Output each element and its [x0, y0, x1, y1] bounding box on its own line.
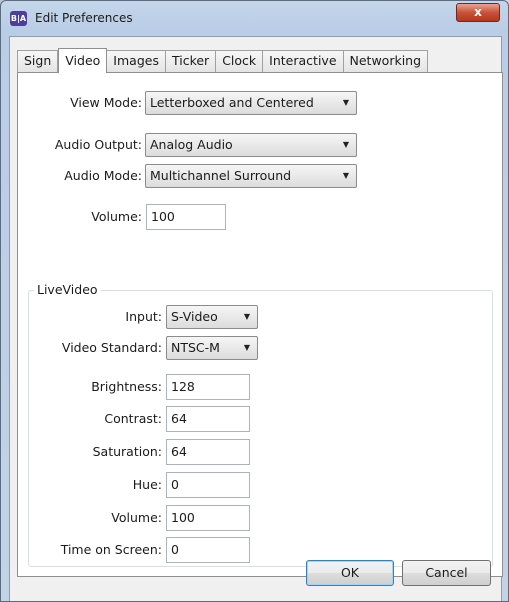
- brightness-input[interactable]: 128: [166, 374, 250, 400]
- chevron-down-icon: ▼: [243, 312, 250, 321]
- close-button[interactable]: x: [456, 3, 500, 22]
- tab-strip: Sign Video Images Ticker Clock Interacti…: [17, 48, 429, 73]
- video-tab-panel: View Mode: Letterboxed and Centered ▼ Au…: [17, 72, 503, 577]
- dialog-body: Sign Video Images Ticker Clock Interacti…: [9, 36, 503, 601]
- audio-mode-select[interactable]: Multichannel Surround ▼: [145, 164, 357, 188]
- chevron-down-icon: ▼: [342, 140, 349, 149]
- window-title: Edit Preferences: [35, 11, 133, 25]
- chevron-down-icon: ▼: [342, 98, 349, 107]
- live-video-group: LiveVideo Input: S-Video ▼ Video Standar…: [28, 282, 493, 567]
- title-bar[interactable]: B|A Edit Preferences x: [1, 1, 508, 37]
- edit-preferences-dialog: B|A Edit Preferences x Sign Video Images…: [0, 0, 509, 602]
- video-standard-label: Video Standard:: [61, 340, 162, 355]
- audio-output-label: Audio Output:: [54, 137, 142, 152]
- brightness-label: Brightness:: [91, 379, 162, 394]
- tab-interactive[interactable]: Interactive: [263, 50, 344, 72]
- input-label: Input:: [125, 309, 162, 324]
- tab-ticker[interactable]: Ticker: [165, 50, 217, 72]
- live-video-group-label: LiveVideo: [34, 282, 101, 297]
- app-logo-icon: B|A: [10, 11, 27, 26]
- saturation-label: Saturation:: [92, 444, 162, 459]
- contrast-input[interactable]: 64: [166, 406, 250, 432]
- view-mode-value: Letterboxed and Centered: [150, 95, 314, 110]
- volume-input[interactable]: 100: [146, 204, 226, 230]
- input-value: S-Video: [171, 309, 218, 324]
- hue-input[interactable]: 0: [166, 472, 250, 498]
- chevron-down-icon: ▼: [243, 343, 250, 352]
- contrast-label: Contrast:: [104, 411, 162, 426]
- volume-label: Volume:: [91, 209, 142, 224]
- tab-networking[interactable]: Networking: [343, 50, 429, 72]
- tab-clock[interactable]: Clock: [216, 50, 264, 72]
- cancel-button[interactable]: Cancel: [402, 560, 491, 586]
- live-volume-input[interactable]: 100: [166, 505, 250, 531]
- tab-sign[interactable]: Sign: [17, 50, 59, 72]
- tab-video[interactable]: Video: [58, 48, 108, 73]
- audio-mode-value: Multichannel Surround: [150, 168, 292, 183]
- view-mode-label: View Mode:: [70, 95, 142, 110]
- live-volume-label: Volume:: [111, 510, 162, 525]
- video-standard-select[interactable]: NTSC-M ▼: [166, 336, 258, 360]
- audio-mode-label: Audio Mode:: [64, 168, 142, 183]
- input-select[interactable]: S-Video ▼: [166, 305, 258, 329]
- tab-images[interactable]: Images: [107, 50, 166, 72]
- chevron-down-icon: ▼: [342, 171, 349, 180]
- time-on-screen-label: Time on Screen:: [60, 542, 162, 557]
- ok-button[interactable]: OK: [306, 560, 394, 586]
- video-standard-value: NTSC-M: [171, 340, 220, 355]
- saturation-input[interactable]: 64: [166, 439, 250, 465]
- audio-output-value: Analog Audio: [150, 137, 233, 152]
- audio-output-select[interactable]: Analog Audio ▼: [145, 133, 357, 157]
- time-on-screen-input[interactable]: 0: [166, 537, 250, 563]
- hue-label: Hue:: [132, 477, 162, 492]
- view-mode-select[interactable]: Letterboxed and Centered ▼: [145, 91, 357, 115]
